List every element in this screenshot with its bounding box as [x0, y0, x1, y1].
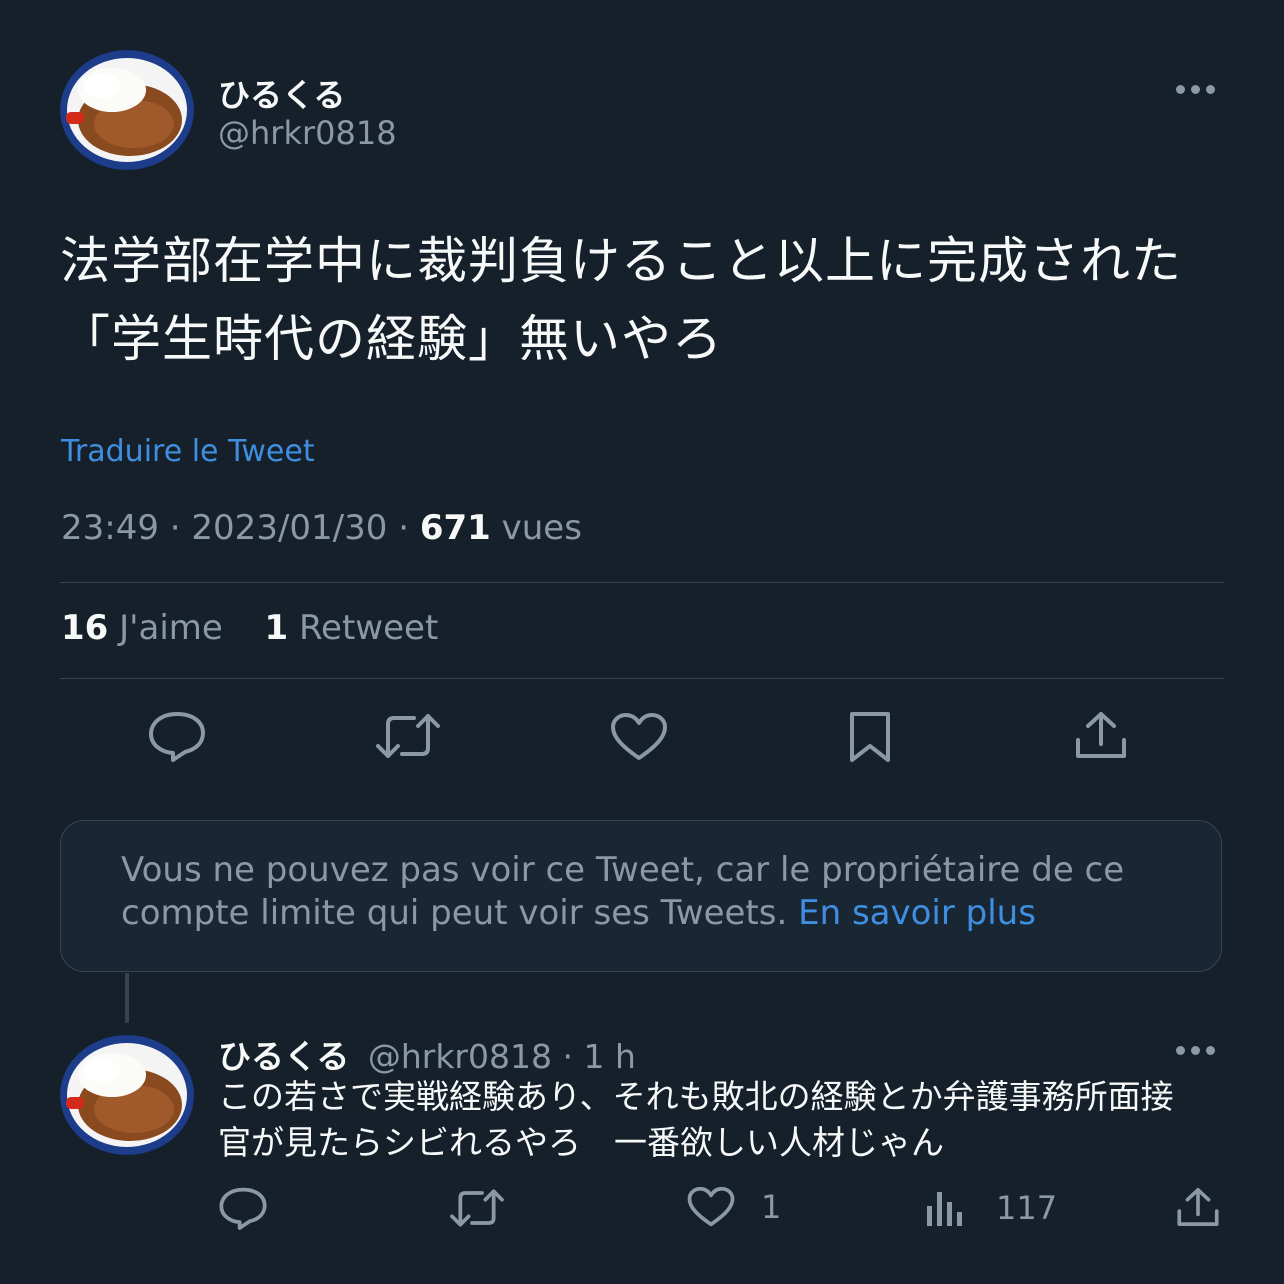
reply-header: ひるくる @hrkr0818 · 1 h	[218, 1030, 636, 1078]
share-button[interactable]	[1074, 710, 1128, 760]
retweet-icon	[450, 1189, 504, 1227]
tweet-date[interactable]: 2023/01/30	[191, 508, 387, 548]
reply-button[interactable]	[147, 710, 207, 762]
reply-like-count: 1	[761, 1188, 782, 1226]
author-avatar[interactable]	[60, 50, 194, 170]
reply-author-avatar[interactable]	[60, 1035, 194, 1155]
reply-author-handle[interactable]: @hrkr0818	[368, 1037, 552, 1076]
retweets-stat[interactable]: 1 Retweet	[264, 608, 438, 648]
reply-retweet-button[interactable]	[450, 1188, 504, 1228]
reply-icon	[219, 1187, 267, 1230]
engagement-stats: 16 J'aime 1 Retweet	[61, 608, 438, 648]
meta-separator: ·	[398, 508, 410, 548]
bookmark-icon	[850, 712, 890, 762]
views-count: 671	[419, 508, 491, 548]
reply-views-button[interactable]: 117	[924, 1188, 1057, 1228]
analytics-icon	[927, 1192, 962, 1226]
reply-author-name[interactable]: ひるくる	[218, 1037, 349, 1076]
tweet-time[interactable]: 23:49	[61, 508, 159, 548]
translate-tweet-link[interactable]: Traduire le Tweet	[61, 434, 315, 469]
retweets-count: 1	[264, 608, 289, 648]
reply-share-button[interactable]	[1176, 1186, 1220, 1228]
reply-more-icon[interactable]	[1176, 1040, 1215, 1060]
meta-separator: ·	[169, 508, 181, 548]
reply-time[interactable]: · 1 h	[563, 1037, 636, 1076]
restricted-tweet-notice: Vous ne pouvez pas voir ce Tweet, car le…	[60, 820, 1222, 972]
likes-stat[interactable]: 16 J'aime	[61, 608, 223, 648]
reply-like-button[interactable]: 1	[687, 1186, 781, 1228]
reply-text: この若さで実戦経験あり、それも敗北の経験とか弁護事務所面接官が見たらシビれるやろ…	[218, 1077, 1174, 1162]
tweet-detail-page: ひるくる @hrkr0818 法学部在学中に裁判負けること以上に完成された「学生…	[0, 0, 1284, 1284]
learn-more-link[interactable]: En savoir plus	[798, 893, 1036, 933]
author-handle[interactable]: @hrkr0818	[218, 114, 397, 152]
tweet-text: 法学部在学中に裁判負けること以上に完成された「学生時代の経験」無いやろ	[60, 232, 1182, 368]
retweet-icon	[376, 714, 440, 758]
bookmark-button[interactable]	[846, 710, 894, 764]
reply-icon	[149, 712, 205, 762]
likes-label: J'aime	[119, 608, 223, 648]
views-label: vues	[501, 508, 582, 548]
more-icon[interactable]	[1176, 79, 1215, 99]
share-icon	[1076, 712, 1126, 758]
retweet-button[interactable]	[376, 712, 440, 760]
curry-plate-image	[60, 50, 194, 170]
share-icon	[1177, 1188, 1219, 1226]
likes-count: 16	[61, 608, 109, 648]
heart-icon	[687, 1186, 735, 1227]
like-button[interactable]	[610, 712, 668, 762]
retweets-label: Retweet	[298, 608, 439, 648]
divider	[60, 582, 1224, 583]
divider	[60, 678, 1224, 679]
reply-views-count: 117	[996, 1189, 1058, 1227]
notice-text-block: Vous ne pouvez pas voir ce Tweet, car le…	[121, 849, 1181, 935]
author-name[interactable]: ひるくる	[218, 70, 345, 116]
curry-plate-image	[60, 1035, 194, 1155]
reply-reply-button[interactable]	[218, 1186, 268, 1230]
thread-connector	[125, 973, 129, 1023]
tweet-meta: 23:49 · 2023/01/30 · 671 vues	[61, 508, 582, 548]
heart-icon	[611, 713, 667, 760]
